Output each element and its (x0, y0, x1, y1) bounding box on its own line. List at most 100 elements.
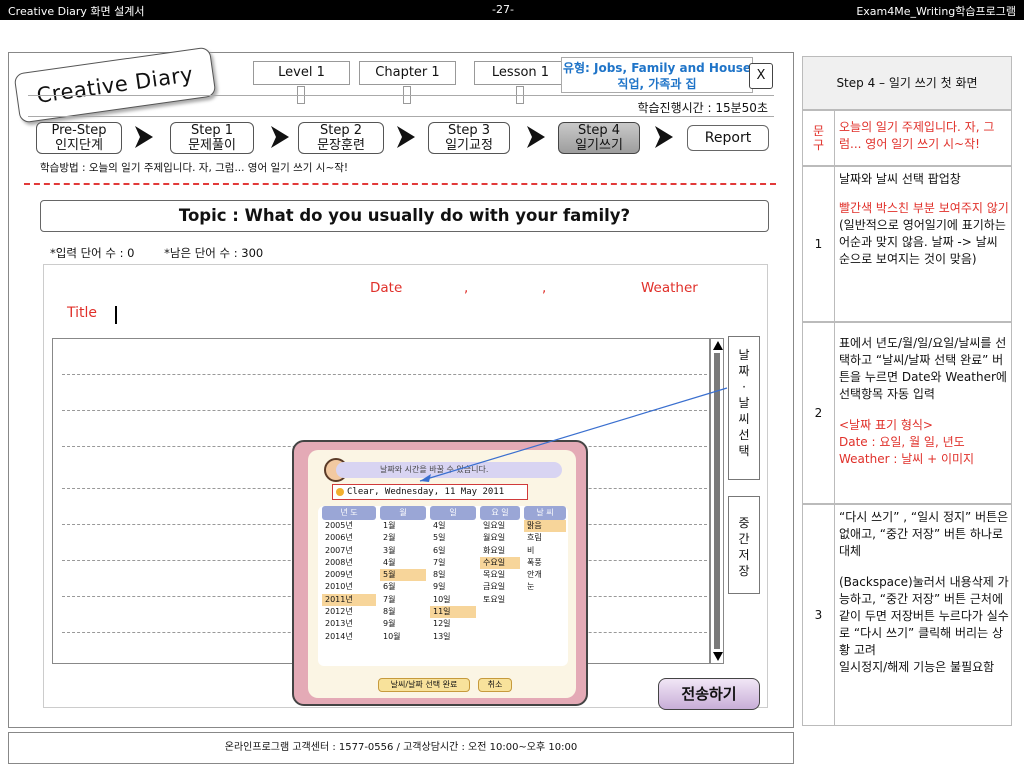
scrollbar-thumb[interactable] (714, 353, 720, 649)
step-3[interactable]: Step 3 일기교정 (428, 122, 510, 154)
picker-option[interactable]: 4일 (430, 520, 476, 532)
popup-cancel-button[interactable]: 취소 (478, 678, 512, 692)
picker-option[interactable]: 맑음 (524, 520, 566, 533)
scroll-down-icon[interactable] (713, 652, 723, 661)
date-separator: , (464, 280, 469, 296)
weekday-list[interactable]: 일요일 월요일 화요일 수요일 목요일 금요일 토요일 (480, 520, 520, 606)
date-separator: , (542, 280, 547, 296)
picker-option[interactable]: 2013년 (322, 618, 376, 630)
picker-option[interactable]: 흐림 (524, 532, 566, 544)
step-label: Step 2 (319, 123, 362, 138)
picker-option[interactable]: 2008년 (322, 557, 376, 569)
picker-option[interactable]: 7일 (430, 557, 476, 569)
picker-option[interactable]: 11일 (430, 606, 476, 619)
picker-option[interactable]: 3월 (380, 545, 426, 557)
report-button[interactable]: Report (687, 125, 769, 151)
picker-option[interactable]: 6일 (430, 545, 476, 557)
scroll-up-icon[interactable] (713, 341, 723, 350)
date-weather-confirm-button[interactable]: 날씨/날짜 선택 완료 (378, 678, 470, 692)
step-sublabel: 문제풀이 (188, 138, 236, 153)
step-4-active[interactable]: Step 4 일기쓰기 (558, 122, 640, 154)
picker-option[interactable]: 5월 (380, 569, 426, 582)
spec-row-text: (Backspace)눌러서 내용삭제 가능하고, “중간 저장” 버튼 근처에… (839, 575, 1009, 674)
popup-panel: 날짜와 시간을 바꿀 수 있습니다. Clear, Wednesday, 11 … (308, 450, 576, 698)
date-weather-picker: 년 도 2005년 2006년 2007년 2008년 2009년 2010년 2011년 2… (318, 506, 568, 666)
picker-option[interactable]: 8일 (430, 569, 476, 581)
picker-option[interactable]: 1월 (380, 520, 426, 532)
date-weather-popup: 날짜와 시간을 바꿀 수 있습니다. Clear, Wednesday, 11 … (292, 440, 588, 706)
picker-option[interactable]: 2012년 (322, 606, 376, 618)
document-header-bar: Creative Diary 화면 설계서 -27- Exam4Me_Writi… (0, 0, 1024, 20)
picker-option[interactable]: 토요일 (480, 594, 520, 606)
picker-option[interactable]: 2009년 (322, 569, 376, 581)
weather-column[interactable]: 날 씨 맑음 흐림 비 폭풍 안개 눈 (524, 506, 566, 666)
picker-option[interactable]: 7월 (380, 594, 426, 606)
tab-lesson[interactable]: Lesson 1 (474, 61, 567, 85)
step-label: Step 1 (190, 123, 233, 138)
product-name: Exam4Me_Writing학습프로그램 (856, 5, 1016, 18)
step-label: Pre-Step (51, 123, 107, 138)
picker-option[interactable]: 9일 (430, 581, 476, 593)
title-input-cursor[interactable] (115, 306, 117, 324)
picker-option[interactable]: 2007년 (322, 545, 376, 557)
tab-level[interactable]: Level 1 (253, 61, 350, 85)
year-column[interactable]: 년 도 2005년 2006년 2007년 2008년 2009년 2010년 2011년 2… (322, 506, 376, 666)
month-column[interactable]: 월 1월 2월 3월 4월 5월 6월 7월 8월 9월 10월 (380, 506, 426, 666)
picker-option[interactable]: 2005년 (322, 520, 376, 532)
picker-option[interactable]: 6월 (380, 581, 426, 593)
picker-option[interactable]: 8월 (380, 606, 426, 618)
step-1[interactable]: Step 1 문제풀이 (170, 122, 254, 154)
day-column[interactable]: 일 4일 5일 6일 7일 8일 9일 10일 11일 12일 13일 (430, 506, 476, 666)
picker-option[interactable]: 폭풍 (524, 557, 566, 569)
picker-option[interactable]: 2014년 (322, 631, 376, 643)
picker-option[interactable]: 2010년 (322, 581, 376, 593)
picker-option[interactable]: 2006년 (322, 532, 376, 544)
weekday-column-header: 요 일 (480, 506, 520, 520)
date-weather-select-button[interactable]: 날 짜 · 날 씨 선 택 (728, 336, 760, 480)
picker-option[interactable]: 일요일 (480, 520, 520, 532)
picker-option[interactable]: 안개 (524, 569, 566, 581)
picker-option[interactable]: 수요일 (480, 556, 520, 570)
popup-header: 날짜와 시간을 바꿀 수 있습니다. (336, 462, 562, 478)
month-list[interactable]: 1월 2월 3월 4월 5월 6월 7월 8월 9월 10월 (380, 520, 426, 643)
weather-list[interactable]: 맑음 흐림 비 폭풍 안개 눈 (524, 520, 566, 594)
editor-scrollbar[interactable] (710, 338, 724, 664)
year-list[interactable]: 2005년 2006년 2007년 2008년 2009년 2010년 2011년 2012년… (322, 520, 376, 643)
weekday-column[interactable]: 요 일 일요일 월요일 화요일 수요일 목요일 금요일 토요일 (480, 506, 520, 666)
picker-option[interactable]: 10월 (380, 631, 426, 643)
picker-option[interactable]: 비 (524, 545, 566, 557)
picker-option[interactable]: 10일 (430, 594, 476, 606)
picker-option[interactable]: 5일 (430, 532, 476, 544)
step-sublabel: 인지단계 (55, 138, 103, 153)
day-list[interactable]: 4일 5일 6일 7일 8일 9일 10일 11일 12일 13일 (430, 520, 476, 643)
picker-option[interactable]: 목요일 (480, 569, 520, 581)
year-column-header: 년 도 (322, 506, 376, 520)
lesson-type-box: 유형: Jobs, Family and House 직업, 가족과 집 (561, 57, 753, 93)
spec-row-phrase: 문 구 오늘의 일기 주제입니다. 자, 그럼... 영어 일기 쓰기 시~작! (802, 110, 1012, 166)
picker-option[interactable]: 금요일 (480, 581, 520, 593)
page-number: -27- (492, 3, 514, 16)
step-pre-step[interactable]: Pre-Step 인지단계 (36, 122, 122, 154)
spec-row-number: 1 (803, 167, 835, 321)
remaining-word-count: *남은 단어 수 : 300 (164, 246, 264, 260)
picker-option[interactable]: 9월 (380, 618, 426, 630)
send-button[interactable]: 전송하기 (658, 678, 760, 710)
spec-row-number: 2 (803, 323, 835, 503)
lesson-type-korean: 직업, 가족과 집 (617, 77, 697, 91)
picker-option[interactable]: 13일 (430, 631, 476, 643)
spec-row-red-text: 빨간색 박스친 부분 보여주지 않기 (839, 201, 1009, 215)
chevron-right-icon (655, 126, 673, 148)
picker-option[interactable]: 2월 (380, 532, 426, 544)
temp-save-button[interactable]: 중 간 저 장 (728, 496, 760, 594)
picker-option[interactable]: 4월 (380, 557, 426, 569)
picker-option[interactable]: 화요일 (480, 545, 520, 557)
step-2[interactable]: Step 2 문장훈련 (298, 122, 384, 154)
picker-option[interactable]: 12일 (430, 618, 476, 630)
picker-option[interactable]: 눈 (524, 581, 566, 593)
tab-chapter[interactable]: Chapter 1 (359, 61, 456, 85)
picker-option[interactable]: 2011년 (322, 593, 376, 607)
study-method: 학습방법 : 오늘의 일기 주제입니다. 자, 그럼... 영어 일기 쓰기 시… (40, 162, 349, 174)
picker-option[interactable]: 월요일 (480, 532, 520, 544)
spec-table-header: Step 4 – 일기 쓰기 첫 화면 (802, 56, 1012, 110)
close-button[interactable]: X (749, 63, 773, 89)
